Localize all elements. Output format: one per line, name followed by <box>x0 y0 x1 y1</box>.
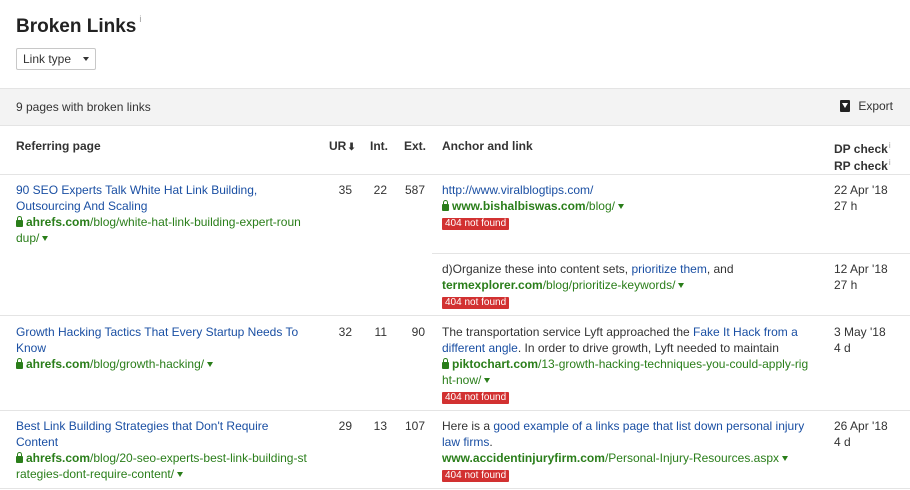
ur-value: 29 <box>338 419 352 433</box>
row-divider <box>0 488 910 489</box>
anchor-text[interactable]: different angle <box>442 341 518 355</box>
anchor-context: Here is a good example of a links page t… <box>442 419 805 433</box>
col-int[interactable]: Int. <box>370 139 388 153</box>
int-value: 13 <box>373 419 387 433</box>
status-badge: 404 not found <box>442 218 510 230</box>
table-row-2-referring: Growth Hacking Tactics That Every Startu… <box>16 324 316 372</box>
chevron-down-icon <box>83 57 89 61</box>
ext-value: 107 <box>404 419 425 433</box>
caret-down-icon[interactable] <box>617 204 624 209</box>
status-badge: 404 not found <box>442 470 510 482</box>
export-icon <box>840 100 851 112</box>
anchor-text[interactable]: law firms <box>442 435 489 449</box>
int-value: 11 <box>374 325 387 339</box>
rp-check-date: 27 h <box>834 199 858 213</box>
info-icon: i <box>888 141 891 150</box>
caret-down-icon[interactable] <box>177 472 184 477</box>
rp-check-date: 27 h <box>834 278 858 292</box>
check-dates-2: 3 May '18 4 d <box>834 324 886 356</box>
col-dp-rp-check[interactable]: DP checki RP checki <box>834 139 891 173</box>
row-divider <box>0 410 910 411</box>
dp-check-date: 22 Apr '18 <box>834 183 888 197</box>
check-dates-1a: 22 Apr '18 27 h <box>834 182 888 214</box>
anchor-text[interactable]: http://www.viralblogtips.com/ <box>442 182 822 198</box>
status-badge: 404 not found <box>442 297 510 309</box>
referring-page-url[interactable]: ahrefs.com/blog/growth-hacking/ <box>16 356 316 372</box>
link-type-dropdown[interactable]: Link type <box>16 48 96 70</box>
lock-icon <box>16 452 23 463</box>
results-toolbar: 9 pages with broken links Export <box>0 88 910 126</box>
export-label: Export <box>858 99 893 113</box>
col-ext[interactable]: Ext. <box>404 139 426 153</box>
anchor-link-3: Here is a good example of a links page t… <box>442 418 827 482</box>
rp-check-date: 4 d <box>834 435 851 449</box>
anchor-text[interactable]: Fake It Hack from a <box>693 325 798 339</box>
link-url[interactable]: www.bishalbiswas.com/blog/ <box>442 198 822 214</box>
rp-check-date: 4 d <box>834 341 851 355</box>
caret-down-icon[interactable] <box>484 378 491 383</box>
anchor-link-1a: http://www.viralblogtips.com/ www.bishal… <box>442 182 822 230</box>
col-referring-page: Referring page <box>16 139 101 153</box>
link-url[interactable]: termexplorer.com/blog/prioritize-keyword… <box>442 277 822 293</box>
dp-check-date: 12 Apr '18 <box>834 262 888 276</box>
ur-value: 35 <box>338 183 352 197</box>
ext-value: 587 <box>404 183 425 197</box>
caret-down-icon[interactable] <box>42 236 49 241</box>
referring-page-url[interactable]: ahrefs.com/blog/20-seo-experts-best-link… <box>16 450 316 466</box>
dp-check-date: 3 May '18 <box>834 325 886 339</box>
anchor-link-1b: d)Organize these into content sets, prio… <box>442 261 822 309</box>
export-button[interactable]: Export <box>840 99 893 113</box>
lock-icon <box>442 358 449 369</box>
link-url[interactable]: piktochart.com/13-growth-hacking-techniq… <box>442 356 827 372</box>
ext-value: 90 <box>411 325 425 339</box>
header-divider <box>0 174 910 175</box>
subrow-divider <box>432 253 910 254</box>
referring-page-url[interactable]: ahrefs.com/blog/white-hat-link-building-… <box>16 214 316 230</box>
caret-down-icon[interactable] <box>678 283 685 288</box>
row-divider <box>0 315 910 316</box>
lock-icon <box>442 200 449 211</box>
lock-icon <box>16 358 23 369</box>
anchor-context: The transportation service Lyft approach… <box>442 325 798 339</box>
col-ur[interactable]: UR⬇ <box>329 139 356 153</box>
referring-page-title[interactable]: Best Link Building Strategies that Don't… <box>16 418 316 450</box>
anchor-text[interactable]: good example of a links page that list d… <box>493 419 804 433</box>
lock-icon <box>16 216 23 227</box>
caret-down-icon[interactable] <box>782 456 789 461</box>
link-type-label: Link type <box>23 52 72 66</box>
sort-down-icon: ⬇ <box>347 142 356 153</box>
table-row-3-referring: Best Link Building Strategies that Don't… <box>16 418 316 482</box>
table-row-1-referring: 90 SEO Experts Talk White Hat Link Build… <box>16 182 316 246</box>
referring-page-title[interactable]: Growth Hacking Tactics That Every Startu… <box>16 324 316 356</box>
check-dates-1b: 12 Apr '18 27 h <box>834 261 888 293</box>
info-icon[interactable]: i <box>139 14 141 24</box>
int-value: 22 <box>373 183 387 197</box>
info-icon: i <box>888 158 891 167</box>
dp-check-date: 26 Apr '18 <box>834 419 888 433</box>
referring-page-title[interactable]: 90 SEO Experts Talk White Hat Link Build… <box>16 182 316 214</box>
link-url[interactable]: www.accidentinjuryfirm.com/Personal-Inju… <box>442 450 827 466</box>
ur-value: 32 <box>338 325 352 339</box>
caret-down-icon[interactable] <box>207 362 214 367</box>
anchor-text[interactable]: prioritize them <box>631 262 706 276</box>
col-anchor-and-link: Anchor and link <box>442 139 533 153</box>
check-dates-3: 26 Apr '18 4 d <box>834 418 888 450</box>
results-count: 9 pages with broken links <box>16 100 151 114</box>
page-title: Broken Links i <box>16 14 142 37</box>
anchor-link-2: The transportation service Lyft approach… <box>442 324 827 404</box>
status-badge: 404 not found <box>442 392 510 404</box>
anchor-context: d)Organize these into content sets, prio… <box>442 262 734 276</box>
